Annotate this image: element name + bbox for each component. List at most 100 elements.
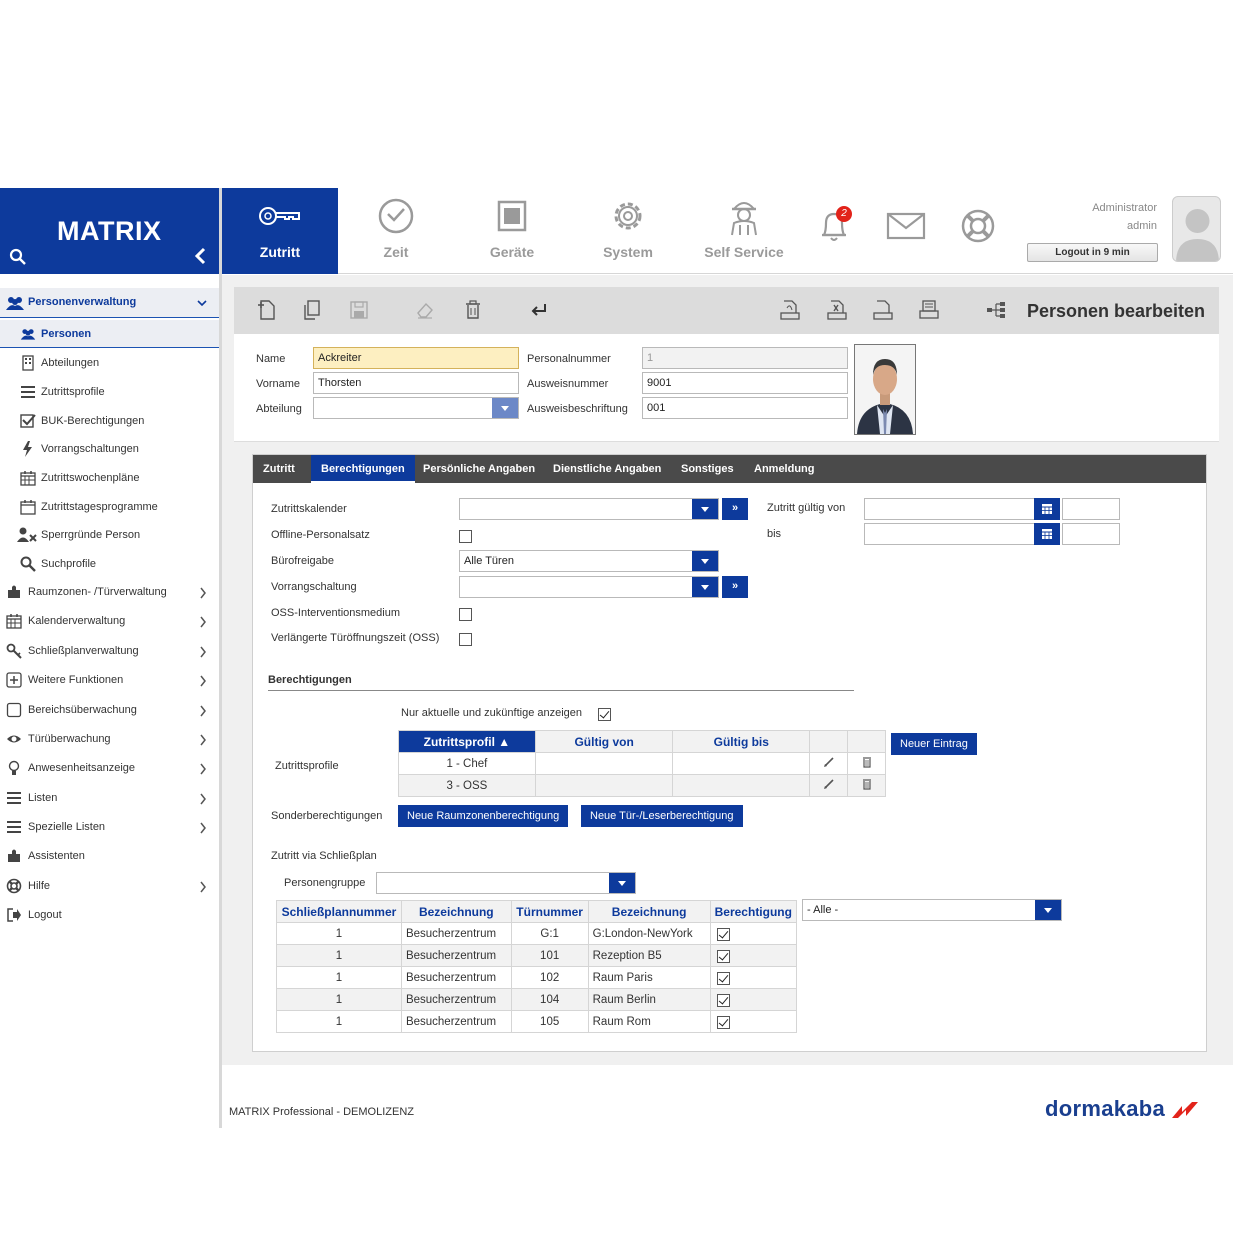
calendar-button[interactable] (1034, 498, 1060, 520)
ausweisbeschriftung-field[interactable]: 001 (642, 397, 848, 419)
sidebar-item-abteilungen[interactable]: Abteilungen (0, 349, 219, 377)
chevron-down-icon[interactable] (492, 398, 518, 418)
column-header-tuerbezeichnung[interactable]: Bezeichnung (587, 900, 711, 923)
column-header-schliessplannummer[interactable]: Schließplannummer (276, 900, 402, 923)
tab-zutritt[interactable]: Zutritt (253, 455, 305, 483)
sidebar-item-türüberwachung[interactable]: Türüberwachung (0, 725, 219, 753)
sidebar-item-personen[interactable]: Personen (0, 320, 219, 348)
copy-button[interactable] (301, 299, 323, 321)
tab-berechtigungen[interactable]: Berechtigungen (311, 455, 415, 483)
sidebar-item-vorrangschaltungen[interactable]: Vorrangschaltungen (0, 435, 219, 463)
table-row[interactable]: 1 Besucherzentrum 104 Raum Berlin (276, 988, 798, 1011)
table-row[interactable]: 1 Besucherzentrum 102 Raum Paris (276, 966, 798, 989)
person-photo[interactable] (854, 344, 916, 435)
avatar[interactable] (1172, 196, 1221, 262)
gueltig-bis-date[interactable] (864, 523, 1036, 545)
sidebar-item-hilfe[interactable]: Hilfe (0, 872, 219, 900)
logout-timer-button[interactable]: Logout in 9 min (1027, 243, 1158, 262)
berechtigung-checkbox[interactable] (716, 1015, 730, 1029)
gueltig-bis-time[interactable] (1062, 523, 1120, 545)
save-button[interactable] (348, 299, 370, 321)
delete-button[interactable] (462, 299, 484, 321)
sidebar-item-assistenten[interactable]: Assistenten (0, 842, 219, 870)
sidebar-item-listen[interactable]: Listen (0, 784, 219, 812)
vorrangschaltung-select[interactable] (459, 576, 719, 598)
notifications-button[interactable]: 2 (814, 206, 854, 246)
sidebar-item-anwesenheitsanzeige[interactable]: Anwesenheitsanzeige (0, 754, 219, 782)
table-row[interactable]: 1 Besucherzentrum 105 Raum Rom (276, 1010, 798, 1033)
verlaengert-checkbox[interactable] (459, 633, 472, 646)
search-icon[interactable] (9, 248, 27, 266)
gueltig-von-date[interactable] (864, 498, 1036, 520)
messages-button[interactable] (886, 206, 926, 246)
berechtigung-checkbox[interactable] (716, 949, 730, 963)
table-row[interactable]: 1 - Chef (398, 752, 886, 775)
berechtigung-filter-select[interactable]: - Alle - (802, 899, 1062, 921)
new-raumzone-button[interactable]: Neue Raumzonenberechtigung (398, 805, 569, 827)
abteilung-select[interactable] (313, 397, 519, 419)
export-excel-button[interactable] (826, 299, 848, 321)
export-pdf-button[interactable] (779, 299, 801, 321)
table-row[interactable]: 1 Besucherzentrum G:1 G:London-NewYork (276, 922, 798, 945)
berechtigung-checkbox[interactable] (716, 993, 730, 1007)
column-header-gueltig-bis[interactable]: Gültig bis (672, 730, 811, 753)
personalnummer-field[interactable]: 1 (642, 347, 848, 369)
personengruppe-select[interactable] (376, 872, 636, 894)
offline-checkbox[interactable] (459, 530, 472, 543)
delete-button[interactable] (847, 752, 886, 775)
sidebar-item-bereichsüberwachung[interactable]: Bereichsüberwachung (0, 696, 219, 724)
delete-button[interactable] (847, 774, 886, 797)
chevron-down-icon[interactable] (692, 499, 718, 519)
sidebar-item-weitere-funktionen[interactable]: Weitere Funktionen (0, 666, 219, 694)
hierarchy-button[interactable] (985, 299, 1007, 321)
nav-tab-geraete[interactable]: Geräte (454, 188, 570, 274)
nav-tab-self-service[interactable]: Self Service (686, 188, 802, 274)
tab-anmeldung[interactable]: Anmeldung (744, 455, 825, 483)
name-field[interactable]: Ackreiter (313, 347, 519, 369)
sidebar-item-logout[interactable]: Logout (0, 901, 219, 929)
zutrittskalender-open-button[interactable]: » (722, 498, 748, 520)
tab-persoenliche-angaben[interactable]: Persönliche Angaben (413, 455, 545, 483)
chevron-down-icon[interactable] (1035, 900, 1061, 920)
export-document-button[interactable] (872, 299, 894, 321)
edit-button[interactable] (809, 774, 849, 797)
sidebar-group-personenverwaltung[interactable]: Personenverwaltung (0, 288, 219, 318)
print-button[interactable] (918, 299, 940, 321)
buerofreigabe-select[interactable]: Alle Türen (459, 550, 719, 572)
chevron-left-icon[interactable] (193, 247, 207, 265)
tab-dienstliche-angaben[interactable]: Dienstliche Angaben (543, 455, 671, 483)
column-header-bezeichnung[interactable]: Bezeichnung (400, 900, 512, 923)
sidebar-item-spezielle-listen[interactable]: Spezielle Listen (0, 813, 219, 841)
edit-button[interactable] (809, 752, 849, 775)
sidebar-item-zutrittstagesprogramme[interactable]: Zutrittstagesprogramme (0, 493, 219, 521)
sidebar-item-sperrgruende-person[interactable]: Sperrgründe Person (0, 521, 219, 549)
table-row[interactable]: 1 Besucherzentrum 101 Rezeption B5 (276, 944, 798, 967)
new-entry-button[interactable]: Neuer Eintrag (891, 733, 977, 755)
new-tuer-leser-button[interactable]: Neue Tür-/Leserberechtigung (581, 805, 743, 827)
column-header-gueltig-von[interactable]: Gültig von (534, 730, 674, 753)
sidebar-item-schließplanverwaltung[interactable]: Schließplanverwaltung (0, 637, 219, 665)
gueltig-von-time[interactable] (1062, 498, 1120, 520)
nav-tab-zeit[interactable]: Zeit (338, 188, 454, 274)
chevron-down-icon[interactable] (692, 577, 718, 597)
help-button[interactable] (958, 206, 998, 246)
sidebar-item-zutrittsprofile[interactable]: Zutrittsprofile (0, 378, 219, 406)
sidebar-item-zutrittswochenplaene[interactable]: Zutrittswochenpläne (0, 464, 219, 492)
berechtigung-checkbox[interactable] (716, 971, 730, 985)
calendar-button[interactable] (1034, 523, 1060, 545)
back-button[interactable] (528, 299, 550, 321)
sidebar-item-kalenderverwaltung[interactable]: Kalenderverwaltung (0, 607, 219, 635)
sidebar-item-suchprofile[interactable]: Suchprofile (0, 550, 219, 578)
table-row[interactable]: 3 - OSS (398, 774, 886, 797)
oss-checkbox[interactable] (459, 608, 472, 621)
chevron-down-icon[interactable] (609, 873, 635, 893)
sidebar-item-buk-berechtigungen[interactable]: BUK-Berechtigungen (0, 407, 219, 435)
ausweisnummer-field[interactable]: 9001 (642, 372, 848, 394)
column-header-zutrittsprofil[interactable]: Zutrittsprofil ▲ (398, 730, 536, 753)
nav-tab-system[interactable]: System (570, 188, 686, 274)
only-current-checkbox[interactable] (598, 708, 611, 721)
erase-button[interactable] (414, 299, 436, 321)
vorname-field[interactable]: Thorsten (313, 372, 519, 394)
tab-sonstiges[interactable]: Sonstiges (671, 455, 744, 483)
chevron-down-icon[interactable] (692, 551, 718, 571)
